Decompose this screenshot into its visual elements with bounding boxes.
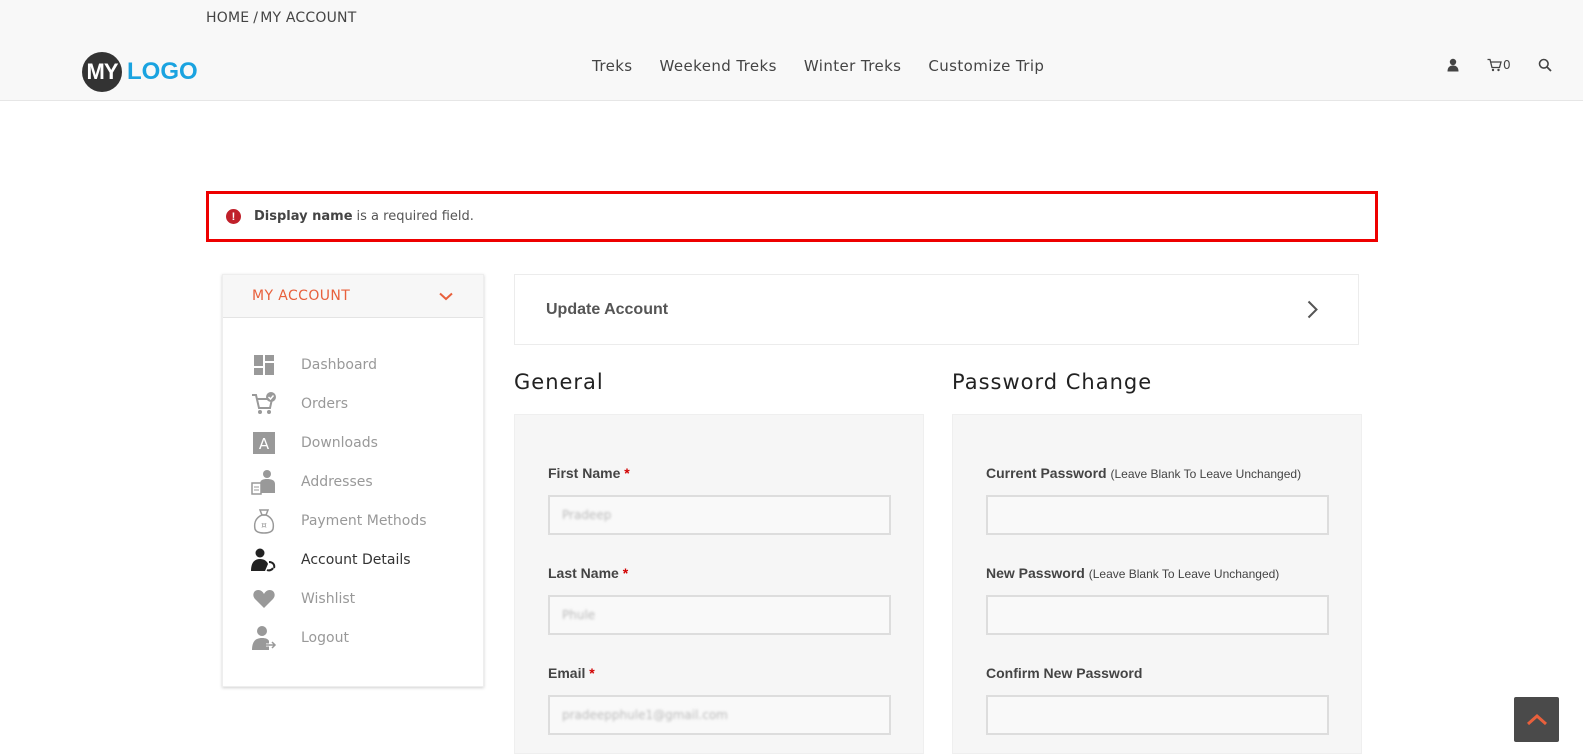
account-sidebar: MY ACCOUNT Dashboard Orders A Downloads … (222, 274, 484, 687)
email-field[interactable]: pradeepphule1@gmail.com (548, 695, 891, 735)
logout-icon (251, 625, 277, 651)
password-change-title: Password Change (952, 370, 1153, 394)
cart-icon (1487, 58, 1502, 72)
breadcrumb: HOME / MY ACCOUNT (206, 10, 356, 26)
confirm-password-field[interactable] (986, 695, 1329, 735)
site-header: HOME / MY ACCOUNT MY LOGO Treks Weekend Tr… (0, 0, 1583, 101)
account-user-icon (251, 547, 277, 573)
new-password-label: New Password (Leave Blank To Leave Uncha… (986, 565, 1279, 581)
sidebar-item-downloads[interactable]: A Downloads (223, 423, 483, 462)
sidebar-item-label: Downloads (301, 434, 378, 451)
logo-text: LOGO (127, 58, 198, 85)
error-alert: ! Display name is a required field. (206, 191, 1378, 242)
sidebar-item-label: Account Details (301, 551, 411, 568)
nav-item-weekend-treks[interactable]: Weekend Treks (660, 57, 777, 75)
current-password-label-text: Current Password (986, 465, 1107, 481)
password-change-form: Current Password (Leave Blank To Leave U… (952, 414, 1362, 754)
sidebar-item-dashboard[interactable]: Dashboard (223, 345, 483, 384)
header-icons: 0 (1447, 58, 1552, 72)
breadcrumb-current: MY ACCOUNT (260, 10, 357, 26)
scroll-to-top-button[interactable] (1514, 697, 1559, 742)
alert-message: is a required field. (356, 209, 474, 224)
svg-text:A: A (259, 435, 270, 453)
last-name-field[interactable]: Phule (548, 595, 891, 635)
chevron-up-icon (1526, 713, 1547, 726)
money-bag-icon: ¤ (251, 508, 277, 534)
cart-button[interactable]: 0 (1487, 58, 1511, 72)
last-name-value: Phule (562, 608, 596, 622)
svg-text:¤: ¤ (261, 521, 267, 531)
general-title: General (514, 370, 604, 394)
sidebar-item-label: Logout (301, 629, 349, 646)
sidebar-item-account-details[interactable]: Account Details (223, 540, 483, 579)
chevron-down-icon (439, 292, 453, 300)
alert-field-name: Display name (254, 209, 353, 224)
sidebar-header[interactable]: MY ACCOUNT (223, 275, 483, 318)
search-icon[interactable] (1538, 58, 1552, 72)
required-marker: * (624, 465, 630, 481)
nav-item-customize-trip[interactable]: Customize Trip (928, 57, 1044, 75)
sidebar-item-logout[interactable]: Logout (223, 618, 483, 657)
dashboard-icon (251, 352, 277, 378)
nav-item-winter-treks[interactable]: Winter Treks (804, 57, 902, 75)
current-password-hint: (Leave Blank To Leave Unchanged) (1110, 467, 1302, 481)
download-letter-icon: A (251, 430, 277, 456)
first-name-field[interactable]: Pradeep (548, 495, 891, 535)
email-label-text: Email (548, 665, 586, 681)
confirm-password-label: Confirm New Password (986, 665, 1143, 681)
current-password-field[interactable] (986, 495, 1329, 535)
sidebar-title: MY ACCOUNT (252, 288, 351, 304)
cart-count: 0 (1503, 58, 1511, 72)
sidebar-item-orders[interactable]: Orders (223, 384, 483, 423)
breadcrumb-home[interactable]: HOME (206, 10, 249, 26)
breadcrumb-separator: / (253, 10, 259, 26)
first-name-label-text: First Name (548, 465, 621, 481)
new-password-hint: (Leave Blank To Leave Unchanged) (1088, 567, 1280, 581)
sidebar-item-addresses[interactable]: Addresses (223, 462, 483, 501)
update-account-panel[interactable]: Update Account (514, 274, 1359, 345)
sidebar-item-label: Payment Methods (301, 512, 427, 529)
first-name-label: First Name * (548, 465, 630, 481)
general-form: First Name * Pradeep Last Name * Phule E… (514, 414, 924, 754)
cart-check-icon (251, 391, 277, 417)
email-label: Email * (548, 665, 595, 681)
logo-mark: MY (82, 52, 122, 92)
exclamation-circle-icon: ! (226, 209, 241, 224)
site-logo[interactable]: MY LOGO (82, 52, 198, 92)
sidebar-menu: Dashboard Orders A Downloads Addresses ¤… (223, 318, 483, 657)
sidebar-item-wishlist[interactable]: Wishlist (223, 579, 483, 618)
nav-item-treks[interactable]: Treks (592, 57, 633, 75)
email-value: pradeepphule1@gmail.com (562, 708, 728, 722)
new-password-field[interactable] (986, 595, 1329, 635)
current-password-label: Current Password (Leave Blank To Leave U… (986, 465, 1301, 481)
update-account-label: Update Account (546, 300, 669, 318)
new-password-label-text: New Password (986, 565, 1085, 581)
sidebar-item-label: Orders (301, 395, 349, 412)
chevron-right-icon (1307, 300, 1318, 319)
sidebar-item-label: Addresses (301, 473, 373, 490)
first-name-value: Pradeep (562, 508, 612, 522)
required-marker: * (622, 565, 629, 581)
sidebar-item-label: Wishlist (301, 590, 356, 607)
sidebar-item-label: Dashboard (301, 356, 377, 373)
last-name-label-text: Last Name (548, 565, 619, 581)
main-nav: Treks Weekend Treks Winter Treks Customi… (592, 57, 1071, 75)
sidebar-item-payment-methods[interactable]: ¤ Payment Methods (223, 501, 483, 540)
last-name-label: Last Name * (548, 565, 628, 581)
user-icon[interactable] (1447, 58, 1459, 72)
required-marker: * (589, 665, 595, 681)
address-person-icon (251, 469, 277, 495)
heart-icon (251, 586, 277, 612)
